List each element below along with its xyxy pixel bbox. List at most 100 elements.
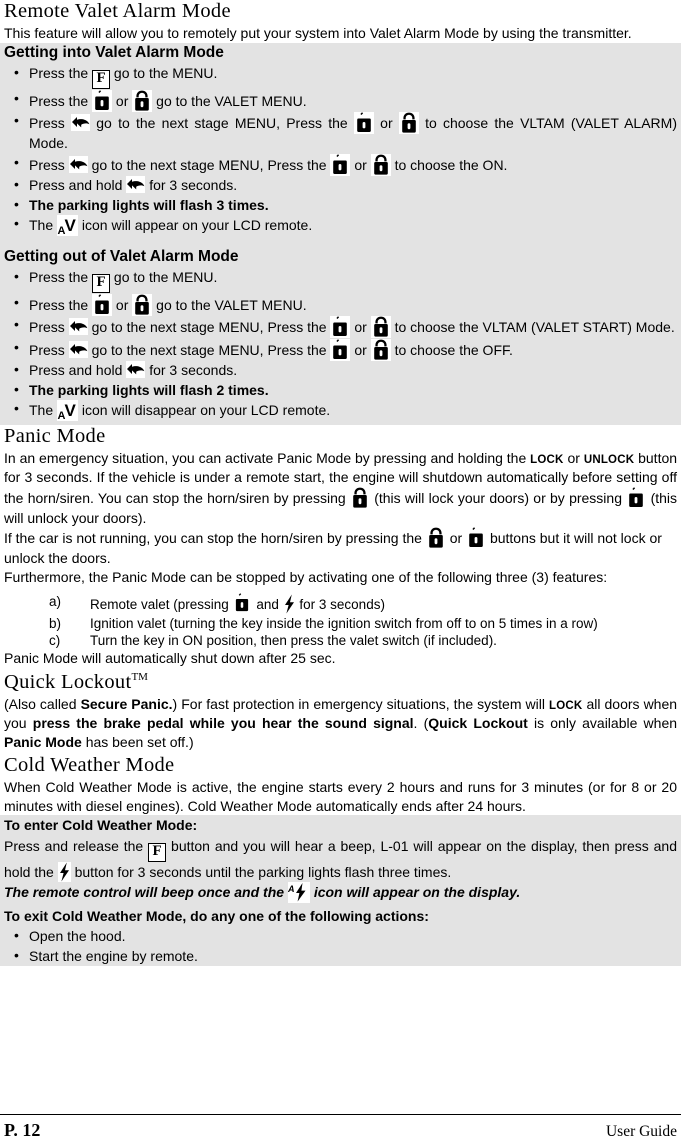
cw-text: Press and release the <box>4 837 144 854</box>
feature-text: Remote valet (pressing <box>90 596 229 612</box>
cold-weather-mode-heading: Cold Weather Mode <box>4 754 175 777</box>
step-text: go to the next stage MENU, Press the <box>96 115 348 132</box>
step-text: to choose the ON. <box>394 156 508 173</box>
getting-into-valet-alarm-list: Press the F go to the MENU. Press the or <box>4 63 677 237</box>
lock-keyword: LOCK <box>530 453 564 466</box>
list-item: a) Remote valet (pressing and for 3 seco… <box>4 592 677 615</box>
step-text: Press and hold <box>29 177 123 194</box>
hand-press-icon <box>126 361 146 379</box>
lock-icon <box>353 112 374 135</box>
lock-keyword: LOCK <box>549 699 583 712</box>
cw-note-text: icon will appear on the display. <box>313 883 521 900</box>
list-item: The parking lights will flash 3 times. <box>4 195 677 215</box>
lock-icon <box>92 89 113 112</box>
step-text: Press the <box>29 92 89 109</box>
svg-text:V: V <box>65 216 77 235</box>
enter-cold-weather-heading: To enter Cold Weather Mode: <box>4 817 198 834</box>
unlock-keyword: UNLOCK <box>583 453 635 466</box>
ql-text: . ( <box>413 714 429 731</box>
list-item: Press and hold for 3 seconds. <box>4 175 677 195</box>
unlock-icon <box>132 293 153 316</box>
svg-text:V: V <box>65 401 77 420</box>
step-text: to choose the VLTAM (VALET START) Mode. <box>394 319 675 336</box>
step-text: go to the VALET MENU. <box>156 92 307 109</box>
f-button-icon: F <box>148 842 167 862</box>
list-item: Press and hold for 3 seconds. <box>4 360 677 380</box>
section-cold-weather-mode: Cold Weather Mode When Cold Weather Mode… <box>0 751 681 815</box>
unlock-icon <box>370 338 391 361</box>
unlock-icon <box>370 153 391 176</box>
section-panic-mode: Panic Mode In an emergency situation, yo… <box>0 425 681 668</box>
step-text: icon will disappear on your LCD remote. <box>81 402 331 419</box>
ql-text: (Also called <box>4 695 77 712</box>
hand-press-icon <box>126 176 146 194</box>
unlock-icon <box>398 112 419 135</box>
list-item: Press the F go to the MENU. <box>4 267 677 294</box>
list-item: The A V icon will appear on your LCD rem… <box>4 214 677 237</box>
trademark-mark: TM <box>131 670 148 683</box>
hand-press-icon <box>68 155 88 173</box>
exit-action-text: Start the engine by remote. <box>29 947 198 964</box>
lock-icon <box>626 486 647 509</box>
lock-icon <box>330 338 351 361</box>
list-item: The parking lights will flash 2 times. <box>4 380 677 400</box>
step-text: go to the next stage MENU, Press the <box>91 156 327 173</box>
page-footer: P. 12 User Guide <box>0 1114 681 1141</box>
step-text: Press <box>29 156 65 173</box>
list-item: The A V icon will disappear on your LCD … <box>4 399 677 422</box>
brake-pedal-instruction: press the brake pedal while you hear the… <box>32 714 414 731</box>
unlock-icon <box>349 486 370 509</box>
cold-weather-gray-block: To enter Cold Weather Mode: Press and re… <box>0 815 681 966</box>
step-text: go to the MENU. <box>113 269 218 286</box>
step-text: or <box>354 156 367 173</box>
ql-text: has been set off.) <box>85 733 194 750</box>
feature-text: Turn the key in ON position, then press … <box>90 632 497 648</box>
lightning-bolt-icon <box>57 861 71 882</box>
panic-mode-paragraph-2: If the car is not running, you can stop … <box>4 527 677 568</box>
panic-text: If the car is not running, you can stop … <box>4 530 422 547</box>
panic-text: or <box>449 530 463 547</box>
panic-mode-heading: Panic Mode <box>4 424 106 447</box>
step-text: Press and hold <box>29 362 123 379</box>
cw-note-text: The remote control will beep once and th… <box>4 883 285 900</box>
step-text: or <box>380 115 393 132</box>
user-guide-page: Remote Valet Alarm Mode This feature wil… <box>0 0 681 1145</box>
list-marker: a) <box>49 593 62 609</box>
valet-alarm-gray-block: Getting into Valet Alarm Mode Press the … <box>0 42 681 425</box>
f-button-icon: F <box>92 274 111 294</box>
step-text: go to the next stage MENU, Press the <box>91 341 327 358</box>
guide-label: User Guide <box>605 1123 677 1140</box>
lightning-bolt-icon <box>282 593 296 614</box>
quick-lockout-title: Quick Lockout <box>4 670 132 693</box>
lock-icon <box>92 293 113 316</box>
step-text: to choose the OFF. <box>394 341 513 358</box>
list-marker: b) <box>49 615 62 631</box>
exit-cold-weather-heading: To exit Cold Weather Mode, do any one of… <box>4 907 429 924</box>
getting-into-valet-alarm-heading: Getting into Valet Alarm Mode <box>4 43 224 61</box>
list-item: Open the hood. <box>4 926 677 946</box>
step-text: Press <box>29 319 65 336</box>
lock-icon <box>330 153 351 176</box>
panic-text: In an emergency situation, you can activ… <box>4 449 527 466</box>
unlock-icon <box>132 89 153 112</box>
ql-text: ) For fast protection in emergency situa… <box>172 695 545 712</box>
lock-icon <box>232 592 253 615</box>
list-item: Press go to the next stage MENU, Press t… <box>4 153 677 176</box>
panic-text: (this will lock your doors) or by pressi… <box>374 489 622 506</box>
list-item: Press the or <box>4 89 677 112</box>
ql-text: is only available when <box>533 714 678 731</box>
section-remote-valet-alarm-mode: Remote Valet Alarm Mode This feature wil… <box>0 0 681 43</box>
parking-lights-note: The parking lights will flash 2 times. <box>29 381 269 398</box>
f-button-icon: F <box>92 70 111 90</box>
section-quick-lockout: Quick LockoutTM (Also called Secure Pani… <box>0 668 681 751</box>
valet-av-icon: A V <box>57 400 79 422</box>
quick-lockout-term: Quick Lockout <box>428 714 528 731</box>
panic-mode-paragraph-4: Panic Mode will automatically shut down … <box>4 650 336 667</box>
quick-lockout-paragraph: (Also called Secure Panic.) For fast pro… <box>4 695 677 752</box>
list-item: Press go to the next stage MENU, Press t… <box>4 111 677 153</box>
list-item: Press go to the next stage MENU, Press t… <box>4 338 677 361</box>
feature-text: and <box>256 596 279 612</box>
hand-press-icon <box>68 340 88 358</box>
getting-out-of-valet-alarm-list: Press the F go to the MENU. Press the or <box>4 267 677 422</box>
valet-av-icon: A V <box>57 215 79 237</box>
